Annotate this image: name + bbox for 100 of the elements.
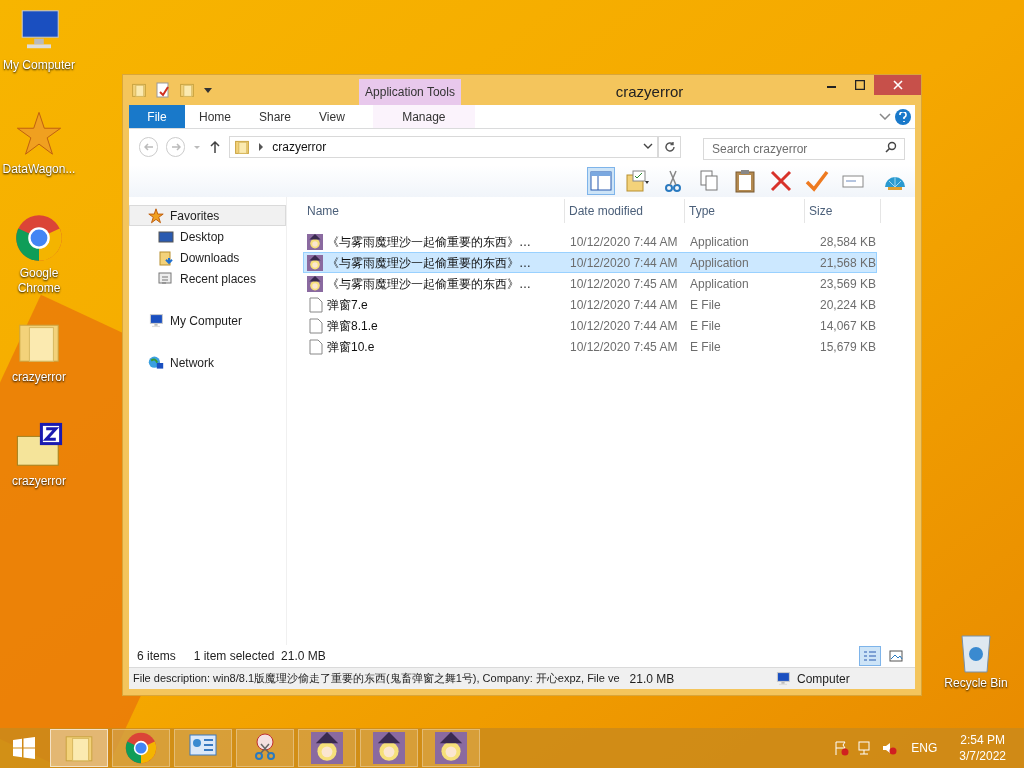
folder-icon [131, 82, 147, 98]
preview-pane-button[interactable] [587, 167, 615, 195]
file-date: 10/12/2020 7:44 AM [569, 233, 679, 251]
file-name: 弹窗7.e [327, 296, 368, 314]
item-count: 6 items [137, 648, 176, 665]
help-button[interactable] [895, 108, 911, 125]
properties-icon [155, 82, 171, 98]
folder-options-button[interactable] [623, 167, 651, 195]
file-name: 《与雾雨魔理沙一起偷重要的东西》… [327, 233, 531, 251]
zone-label: Computer [797, 670, 850, 688]
file-name: 《与雾雨魔理沙一起偷重要的东西》… [327, 254, 531, 272]
blank-file-icon [307, 296, 323, 313]
file-name: 弹窗10.e [327, 338, 375, 356]
file-row[interactable]: 弹窗10.e 10/12/2020 7:45 AM E File 15,679 KB [303, 336, 877, 357]
column-header[interactable]: Size [805, 199, 881, 223]
up-arrow-icon [209, 140, 222, 154]
recent-locations-caret-icon [193, 143, 202, 151]
file-type: Application [689, 233, 750, 251]
column-header[interactable]: Type [685, 199, 805, 223]
nav-item[interactable]: Network [129, 352, 286, 373]
file-row[interactable]: 《与雾雨魔理沙一起偷重要的东西》… 10/12/2020 7:45 AM Application 23,569 KB [303, 273, 877, 294]
file-date: 10/12/2020 7:44 AM [569, 317, 679, 335]
up-button[interactable] [209, 140, 222, 154]
ribbon-tab[interactable]: View [305, 105, 359, 128]
taskbar-button[interactable] [298, 729, 356, 767]
file-name: 弹窗8.1.e [327, 317, 378, 335]
star-icon [148, 207, 164, 224]
file-type: E File [689, 338, 722, 356]
back-arrow-icon [143, 142, 154, 152]
file-row[interactable]: 《与雾雨魔理沙一起偷重要的东西》… 10/12/2020 7:44 AM Application 21,568 KB [303, 252, 877, 273]
ribbon-tab[interactable]: Home [185, 105, 245, 128]
file-size: 15,679 KB [818, 338, 876, 356]
dropdown-caret-icon [643, 143, 654, 151]
details-view-icon [863, 650, 877, 662]
file-type: Application [689, 254, 750, 272]
chrome-icon [15, 214, 63, 262]
ribbon-tab[interactable]: Share [245, 105, 306, 128]
recent-places-icon [158, 270, 174, 287]
copy-icon [697, 169, 721, 193]
file-type: E File [689, 317, 722, 335]
file-size: 20,224 KB [818, 296, 876, 314]
taskbar-button[interactable] [422, 729, 480, 767]
file-date: 10/12/2020 7:44 AM [569, 254, 679, 272]
nav-item[interactable]: Desktop [129, 226, 286, 247]
selection-size: 21.0 MB [628, 670, 675, 688]
blank-file-icon [307, 317, 323, 334]
character-icon [373, 732, 405, 764]
search-field[interactable]: Search crazyerror [703, 138, 905, 160]
details-view-button[interactable] [859, 646, 881, 666]
file-size: 23,569 KB [818, 275, 876, 293]
delete-x-icon [769, 169, 793, 193]
preview-pane-icon [589, 169, 613, 193]
selection-info: 1 item selected 21.0 MB [193, 648, 327, 665]
column-header[interactable]: Name [303, 199, 565, 223]
clipboard-icon [733, 169, 757, 193]
computer-icon [148, 312, 164, 329]
file-date: 10/12/2020 7:45 AM [569, 275, 679, 293]
forward-arrow-icon [170, 142, 181, 152]
contextual-tab-header: Application Tools [359, 79, 461, 105]
character-icon [307, 275, 323, 292]
file-row[interactable]: 《与雾雨魔理沙一起偷重要的东西》… 10/12/2020 7:44 AM Application 28,584 KB [303, 231, 877, 252]
nav-item[interactable]: Favorites [129, 205, 286, 226]
character-icon [435, 732, 467, 764]
close-icon [892, 80, 903, 90]
file-type: E File [689, 296, 722, 314]
file-date: 10/12/2020 7:45 AM [569, 338, 679, 356]
help-icon [899, 111, 907, 122]
file-date: 10/12/2020 7:44 AM [569, 296, 679, 314]
chrome-icon [125, 732, 157, 764]
address-bar[interactable]: crazyerror [229, 136, 659, 158]
window-title: crazyerror [614, 82, 685, 102]
file-type: Application [689, 275, 750, 293]
folder-download-icon [158, 249, 174, 266]
breadcrumb-arrow-icon [258, 143, 265, 151]
file-size: 28,584 KB [818, 233, 876, 251]
folder-icon [179, 82, 195, 98]
ribbon-tab[interactable]: Manage [372, 105, 475, 128]
address-text: crazyerror [272, 139, 328, 156]
nav-item[interactable]: Recent places [129, 268, 286, 289]
file-size: 14,067 KB [818, 317, 876, 335]
maximize-icon [855, 80, 865, 90]
muted-speaker-icon [881, 740, 898, 756]
blank-file-icon [307, 338, 323, 355]
action-center-flag-icon [833, 740, 850, 756]
file-size: 21,568 KB [818, 254, 876, 272]
star-icon [15, 110, 63, 158]
search-icon [885, 141, 897, 153]
character-icon [307, 254, 323, 271]
globe-network-icon [148, 354, 164, 371]
taskbar-button[interactable] [360, 729, 418, 767]
nav-item[interactable]: My Computer [129, 310, 286, 331]
file-description: File description: win8/8.1版魔理沙偷走了重要的东西(鬼畜弹窗之舞1号), Company: 开心expz, File ve [132, 671, 620, 687]
ribbon-tab[interactable]: File [129, 105, 185, 128]
folder-icon [234, 139, 251, 155]
file-row[interactable]: 弹窗7.e 10/12/2020 7:44 AM E File 20,224 KB [303, 294, 877, 315]
refresh-button[interactable] [658, 136, 681, 158]
nav-item[interactable]: Downloads [129, 247, 286, 268]
column-header[interactable]: Date modified [565, 199, 685, 223]
file-row[interactable]: 弹窗8.1.e 10/12/2020 7:44 AM E File 14,067 KB [303, 315, 877, 336]
windows-logo-icon [12, 736, 36, 760]
